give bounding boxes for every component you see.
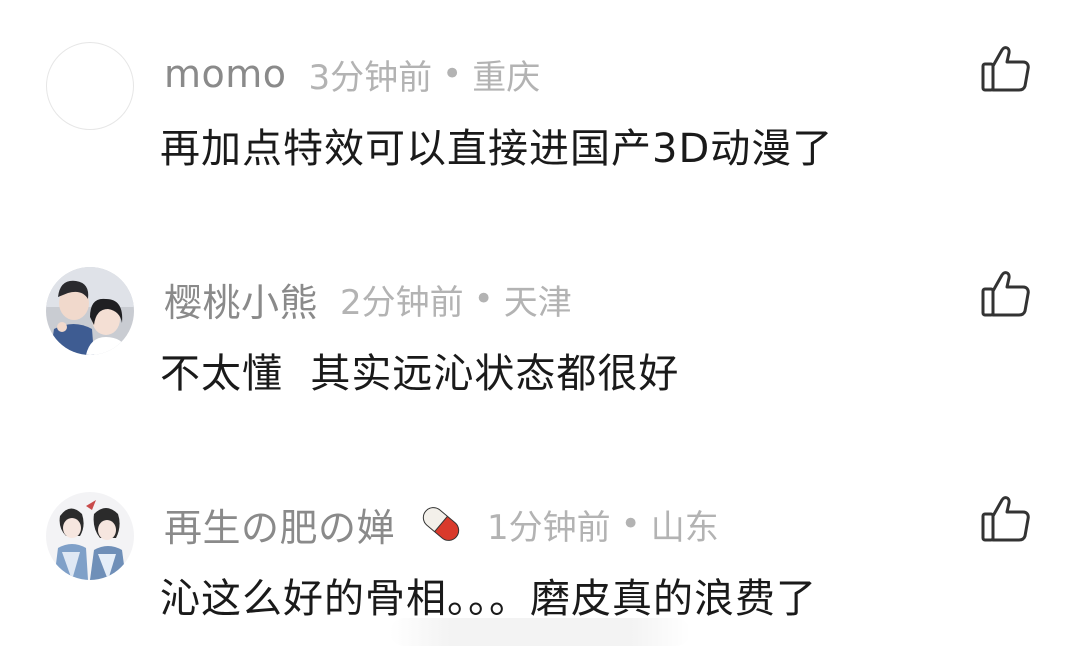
comment-location: 山东 bbox=[650, 507, 719, 548]
comment-time: 2分钟前 bbox=[340, 282, 464, 323]
comment-location: 重庆 bbox=[472, 57, 541, 98]
comment-time: 1分钟前 bbox=[487, 507, 611, 548]
separator-dot: • bbox=[442, 54, 463, 94]
comment-item: momo 3分钟前 • 重庆 再加点特效可以直接进国产3D动漫了 bbox=[0, 30, 1079, 190]
comment-item: 再生の肥の婵 1分钟前 • 山东 沁这么好的骨相。。。磨皮真的浪费了 bbox=[0, 480, 1079, 640]
thumbs-up-icon[interactable] bbox=[980, 267, 1032, 319]
comment-meta: 再生の肥の婵 1分钟前 • 山东 bbox=[164, 498, 719, 550]
comment-meta: 樱桃小熊 2分钟前 • 天津 bbox=[164, 273, 572, 325]
comment-text: 再加点特效可以直接进国产3D动漫了 bbox=[160, 126, 834, 172]
pill-capsule-icon bbox=[417, 500, 465, 548]
username[interactable]: 再生の肥の婵 bbox=[164, 497, 395, 552]
thumbs-up-icon[interactable] bbox=[980, 42, 1032, 94]
thumbs-up-icon[interactable] bbox=[980, 492, 1032, 544]
separator-dot: • bbox=[620, 504, 641, 544]
comment-meta: momo 3分钟前 • 重庆 bbox=[164, 48, 540, 100]
avatar[interactable] bbox=[46, 492, 134, 580]
comment-item: 樱桃小熊 2分钟前 • 天津 不太懂 其实远沁状态都很好 bbox=[0, 255, 1079, 415]
watermark-fade bbox=[390, 618, 690, 646]
username[interactable]: momo bbox=[164, 52, 287, 96]
comment-text: 不太懂 其实远沁状态都很好 bbox=[160, 351, 680, 397]
avatar[interactable] bbox=[46, 267, 134, 355]
avatar[interactable] bbox=[46, 42, 134, 130]
comment-text: 沁这么好的骨相。。。磨皮真的浪费了 bbox=[160, 576, 817, 622]
comment-time: 3分钟前 bbox=[308, 57, 433, 98]
username[interactable]: 樱桃小熊 bbox=[164, 272, 318, 327]
separator-dot: • bbox=[473, 279, 494, 319]
comment-location: 天津 bbox=[503, 282, 572, 323]
